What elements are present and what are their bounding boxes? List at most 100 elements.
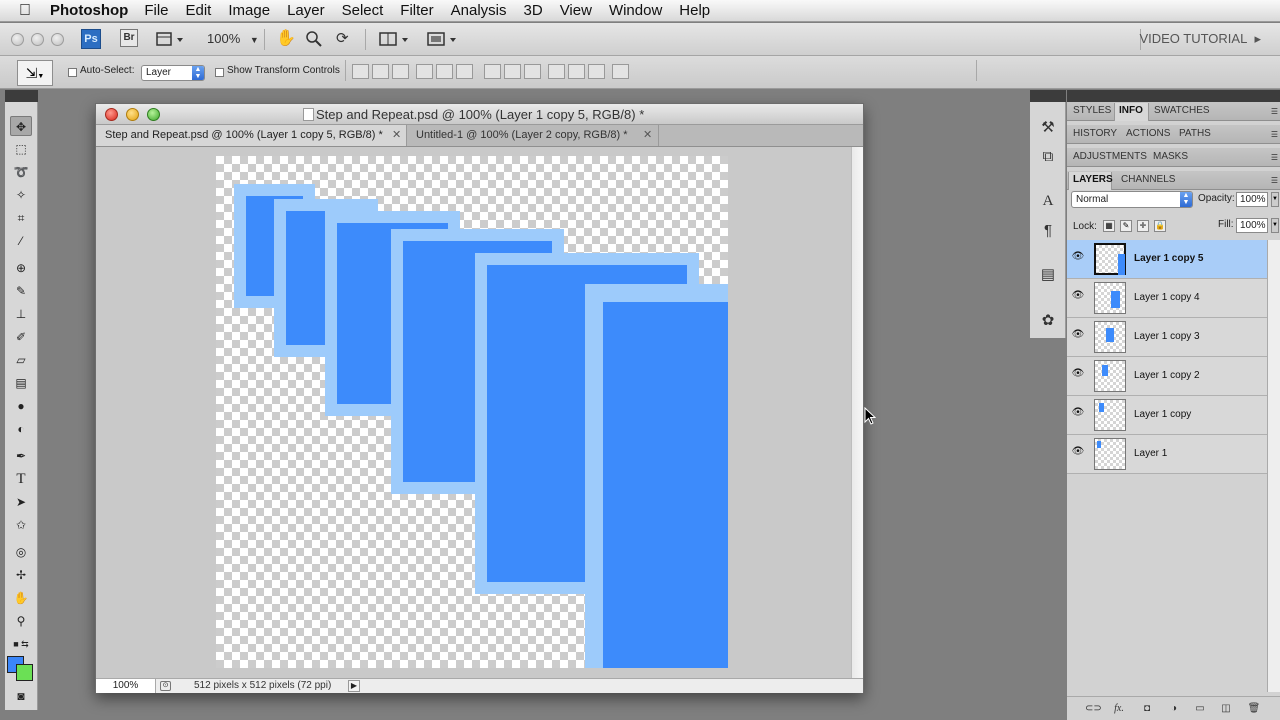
zoom-tool-button[interactable] [305,29,323,49]
eye-icon[interactable]: 👁 [1071,367,1085,381]
auto-select-target-select[interactable]: Layer ▲ ▼ [141,65,205,81]
adjustment-icon[interactable]: ◑ [1167,702,1181,716]
app-menu[interactable]: Photoshop [50,2,128,19]
fill-dropdown-icon[interactable]: ▼ [1271,218,1279,233]
menu-layer[interactable]: Layer [287,2,325,19]
align-bottom-edges-button[interactable] [392,64,409,79]
status-zoom-field[interactable]: 100% [96,679,156,693]
window-zoom-button[interactable] [147,108,160,121]
distribute-bottom-button[interactable] [524,64,541,79]
layer-row[interactable]: 👁 Layer 1 copy 2 [1067,357,1267,396]
menu-image[interactable]: Image [228,2,270,19]
gradient-tool[interactable]: ▤ [10,373,32,393]
eraser-tool[interactable]: ▱ [10,350,32,370]
paragraph-icon[interactable]: ¶ [1038,221,1058,241]
opacity-field[interactable]: 100% [1236,192,1268,207]
tab-adjustments[interactable]: ADJUSTMENTS [1073,151,1147,162]
menu-window[interactable]: Window [609,2,662,19]
mask-icon[interactable]: ◘ [1140,702,1154,716]
canvas-area[interactable] [96,147,851,678]
tab-channels[interactable]: CHANNELS [1121,174,1175,185]
background-color-swatch[interactable] [16,664,33,681]
hand-tool[interactable]: ✋ [10,588,32,608]
default-colors-button[interactable]: ■ ⇆ [10,634,32,654]
rotate-view-button[interactable]: ⟳ [336,29,349,49]
group-icon[interactable]: ▭ [1193,702,1207,716]
align-horizontal-centers-button[interactable] [436,64,453,79]
new-layer-icon[interactable]: ◫ [1219,702,1233,716]
menu-edit[interactable]: Edit [186,2,212,19]
app-minimize-button[interactable] [31,33,44,46]
hand-tool-button[interactable]: ✋ [276,29,296,49]
dodge-tool[interactable]: ◐ [10,419,32,439]
panel-menu-icon[interactable]: ☰ [1271,153,1278,162]
lasso-tool[interactable]: ➰ [10,162,32,182]
zoom-level-select[interactable]: 100% ▼ [207,29,259,49]
workspace-switcher[interactable]: VIDEO TUTORIAL ▸ [1139,31,1261,47]
tab-step-and-repeat[interactable]: Step and Repeat.psd @ 100% (Layer 1 copy… [96,125,407,146]
tab-masks[interactable]: MASKS [1153,151,1188,162]
align-top-edges-button[interactable] [352,64,369,79]
align-vertical-centers-button[interactable] [372,64,389,79]
3d-orbit-tool[interactable]: ✢ [10,565,32,585]
eye-icon[interactable]: 👁 [1071,250,1085,264]
path-selection-tool[interactable]: ➤ [10,492,32,512]
clone-source-icon[interactable]: ⧉ [1038,147,1058,167]
shape-tool[interactable]: ✩ [10,515,32,535]
healing-brush-tool[interactable]: ⊕ [10,258,32,278]
trash-icon[interactable]: 🗑 [1247,702,1261,716]
app-zoom-button[interactable] [51,33,64,46]
tool-presets-icon[interactable]: ⚒ [1038,118,1058,138]
distribute-vcenter-button[interactable] [504,64,521,79]
pen-tool[interactable]: ✒ [10,446,32,466]
status-menu-button[interactable]: ▶ [348,680,360,692]
distribute-left-button[interactable] [548,64,565,79]
character-icon[interactable]: A [1038,191,1058,211]
move-tool[interactable]: ✥ [10,116,32,136]
eye-icon[interactable]: 👁 [1071,328,1085,342]
tab-untitled-1[interactable]: Untitled-1 @ 100% (Layer 2 copy, RGB/8) … [407,125,659,146]
quick-selection-tool[interactable]: ✧ [10,185,32,205]
auto-select-checkbox[interactable] [68,68,77,77]
tab-info[interactable]: INFO [1119,105,1143,116]
distribute-top-button[interactable] [484,64,501,79]
zoom-tool[interactable]: ⚲ [10,611,32,631]
view-extras-button[interactable] [155,29,185,49]
window-minimize-button[interactable] [126,108,139,121]
close-icon[interactable]: ✕ [392,125,401,146]
panel-menu-icon[interactable]: ☰ [1271,176,1278,185]
blend-mode-select[interactable]: Normal ▲ ▼ [1071,191,1193,208]
document-title-bar[interactable]: Step and Repeat.psd @ 100% (Layer 1 copy… [96,104,863,125]
fx-icon[interactable]: fx. [1112,702,1126,716]
tool-preset-picker[interactable]: ⇲▼ [17,60,53,86]
tab-swatches[interactable]: SWATCHES [1154,105,1210,116]
close-icon[interactable]: ✕ [643,125,652,146]
link-icon[interactable]: ⊂⊃ [1085,702,1102,716]
brushes-icon[interactable]: ✿ [1038,311,1058,331]
brush-tool[interactable]: ✎ [10,281,32,301]
arrange-documents-button[interactable] [378,29,412,49]
tab-layers[interactable]: LAYERS [1073,174,1113,185]
quick-mask-button[interactable]: ◙ [10,686,32,706]
bridge-button[interactable]: Br [120,29,138,47]
layer-row[interactable]: 👁 Layer 1 copy 5 [1067,240,1267,279]
layer-row[interactable]: 👁 Layer 1 [1067,435,1267,474]
canvas[interactable] [216,156,728,668]
fill-field[interactable]: 100% [1236,218,1268,233]
layer-row[interactable]: 👁 Layer 1 copy 4 [1067,279,1267,318]
menu-select[interactable]: Select [342,2,384,19]
lock-transparency-icon[interactable]: ▦ [1103,220,1115,232]
panels-header[interactable] [1067,90,1280,102]
tab-paths[interactable]: PATHS [1179,128,1211,139]
lock-image-icon[interactable]: ✎ [1120,220,1132,232]
panel-menu-icon[interactable]: ☰ [1271,130,1278,139]
lock-position-icon[interactable]: ✛ [1137,220,1149,232]
panel-menu-icon[interactable]: ☰ [1271,107,1278,116]
window-close-button[interactable] [105,108,118,121]
align-left-edges-button[interactable] [416,64,433,79]
distribute-hcenter-button[interactable] [568,64,585,79]
tab-history[interactable]: HISTORY [1073,128,1117,139]
menu-file[interactable]: File [144,2,168,19]
show-transform-checkbox[interactable] [215,68,224,77]
tab-styles[interactable]: STYLES [1073,105,1111,116]
